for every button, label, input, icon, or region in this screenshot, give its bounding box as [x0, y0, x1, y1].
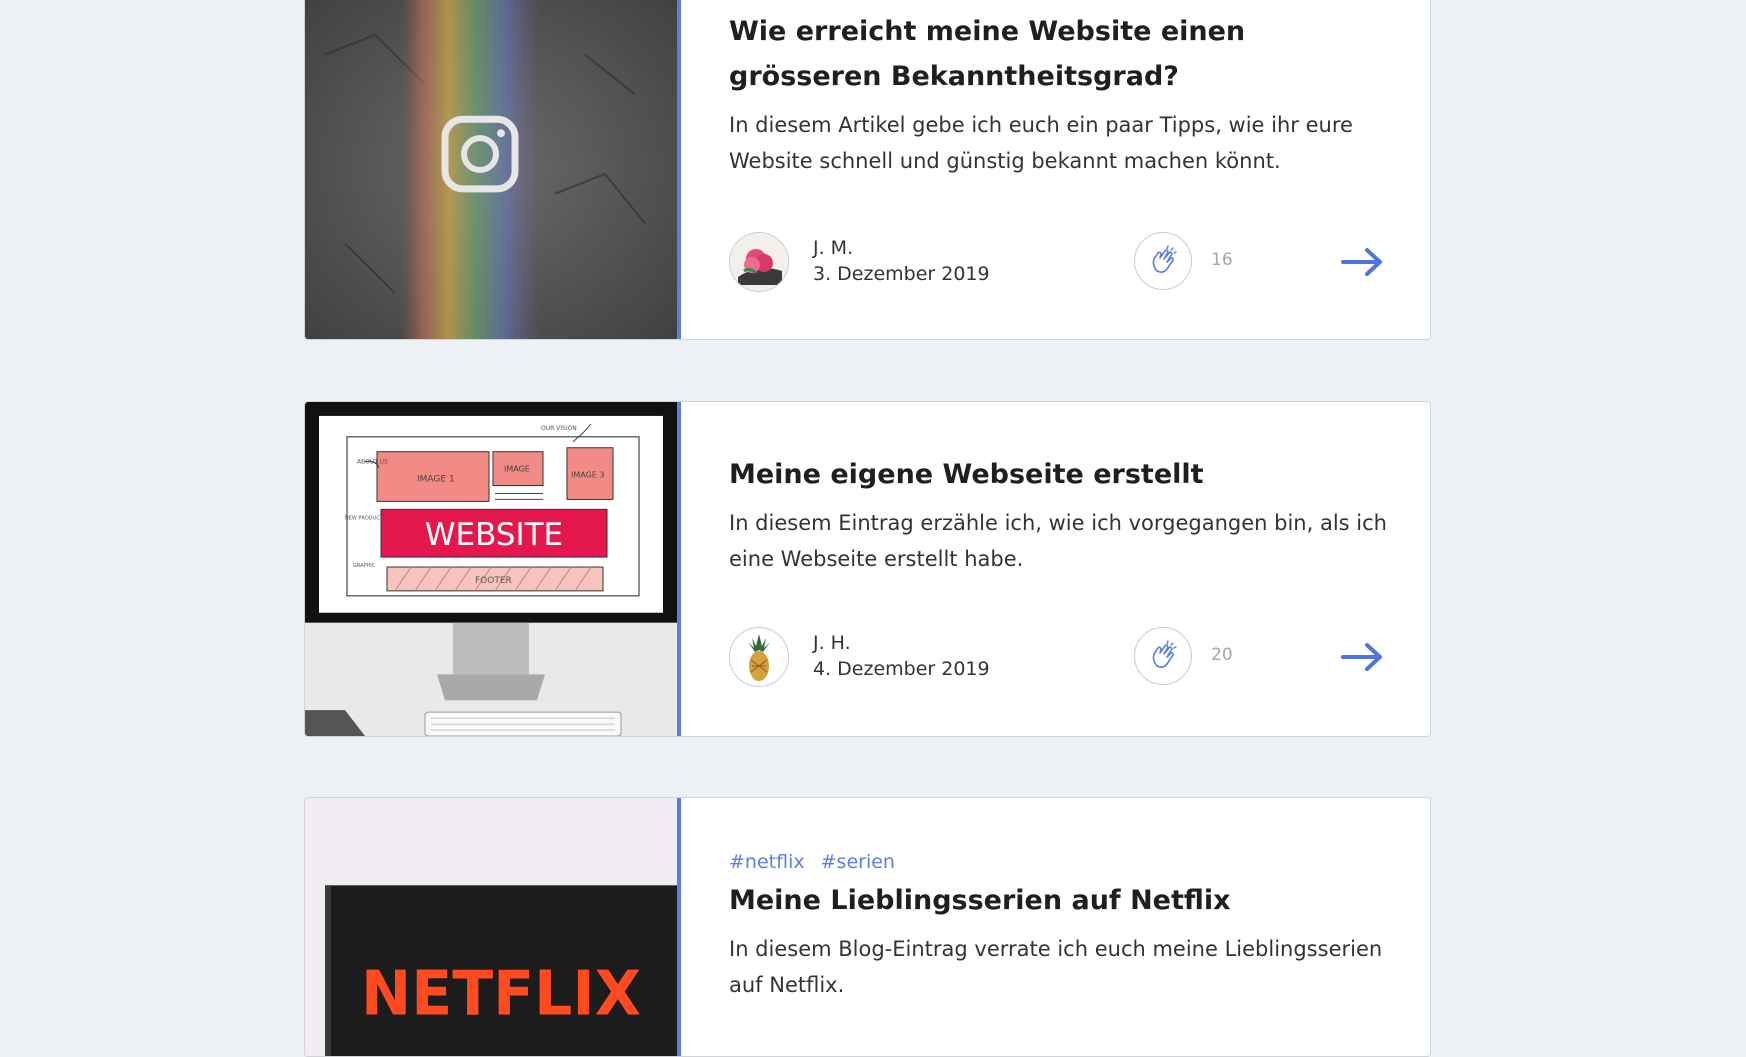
post-date: 4. Dezember 2019 [813, 658, 990, 680]
post-content: #netflix #serien Meine Lieblingsserien a… [729, 848, 1390, 1003]
post-date: 3. Dezember 2019 [813, 263, 990, 285]
sketch-label-products: NEW PRODUCTS [345, 515, 386, 521]
arrow-right-icon[interactable] [1339, 242, 1385, 282]
clap-button[interactable] [1134, 232, 1192, 290]
post-excerpt: In diesem Blog-Eintrag verrate ich euch … [729, 937, 1383, 997]
author-name: J. H. [813, 632, 851, 654]
sketch-label-website: WEBSITE [425, 517, 563, 553]
post-meta: J. H. 4. Dezember 2019 20 [729, 627, 1390, 689]
sketch-label-graphic: GRAPHIC [353, 563, 376, 569]
post-image-instagram[interactable] [305, 0, 681, 339]
clap-count: 16 [1211, 250, 1233, 270]
tag-link[interactable]: #serien [821, 851, 895, 873]
post-title[interactable]: Meine eigene Webseite erstellt [729, 452, 1390, 497]
clap-icon [1152, 640, 1177, 668]
post-tags: #netflix #serien [729, 848, 1390, 876]
post-card[interactable]: NETFLIX #netflix #serien Meine Lieblings… [304, 797, 1431, 1057]
post-content: Wie erreicht meine Website einen grösser… [729, 9, 1390, 179]
post-image-website[interactable]: IMAGE 1 IMAGE IMAGE 3 WEBSITE FOOTER ABO… [305, 402, 681, 736]
author-avatar [729, 232, 789, 292]
post-title[interactable]: Meine Lieblingsserien auf Netflix [729, 878, 1390, 923]
tag-link[interactable]: #netflix [729, 851, 805, 873]
sketch-label-image2: IMAGE [504, 465, 530, 474]
netflix-logo-text: NETFLIX [361, 958, 641, 1030]
sketch-label-vision: OUR VISION [541, 425, 577, 432]
sketch-label-image1: IMAGE 1 [417, 475, 455, 485]
arrow-right-icon[interactable] [1339, 637, 1385, 677]
sketch-label-footer: FOOTER [475, 576, 512, 586]
post-card[interactable]: Wie erreicht meine Website einen grösser… [304, 0, 1431, 340]
post-content: Meine eigene Webseite erstellt In diesem… [729, 452, 1390, 577]
author-info: J. M. 3. Dezember 2019 [813, 235, 990, 287]
author-name: J. M. [813, 237, 854, 259]
post-excerpt: In diesem Artikel gebe ich euch ein paar… [729, 113, 1353, 173]
clap-count: 20 [1211, 645, 1233, 665]
post-title[interactable]: Wie erreicht meine Website einen grösser… [729, 9, 1390, 99]
post-meta: J. M. 3. Dezember 2019 16 [729, 232, 1390, 294]
author-info: J. H. 4. Dezember 2019 [813, 630, 990, 682]
post-image-netflix[interactable]: NETFLIX [305, 798, 681, 1056]
clap-button[interactable] [1134, 627, 1192, 685]
post-card[interactable]: IMAGE 1 IMAGE IMAGE 3 WEBSITE FOOTER ABO… [304, 401, 1431, 737]
author-avatar [729, 627, 789, 687]
sketch-label-image3: IMAGE 3 [571, 471, 604, 480]
post-excerpt: In diesem Eintrag erzähle ich, wie ich v… [729, 511, 1387, 571]
clap-icon [1152, 245, 1177, 273]
